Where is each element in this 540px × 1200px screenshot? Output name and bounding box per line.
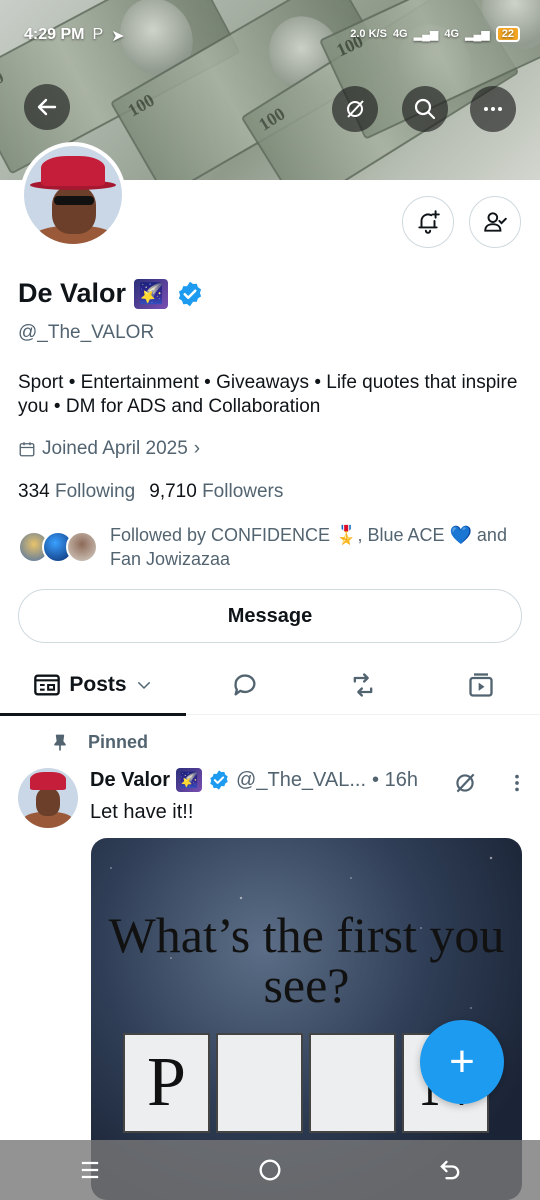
followers-count: 9,710 <box>149 481 197 502</box>
tab-replies[interactable] <box>210 655 280 715</box>
letter-tile <box>309 1033 396 1133</box>
pinned-label: Pinned <box>88 732 149 752</box>
active-tab-indicator <box>0 713 186 716</box>
battery-icon: 22 <box>495 26 520 42</box>
notify-button[interactable] <box>402 196 454 248</box>
post-text: Let have it!! <box>90 801 194 823</box>
back-icon[interactable] <box>436 1156 464 1184</box>
recents-icon[interactable] <box>76 1156 104 1184</box>
profile-name: De Valor <box>18 278 127 308</box>
tab-posts[interactable]: Posts <box>0 655 186 716</box>
search-button[interactable] <box>402 86 448 132</box>
signal-icon: ▂▄▆ <box>413 28 439 41</box>
chevron-right-icon: › <box>193 438 201 459</box>
avatar <box>66 531 98 563</box>
post-time: • 16h <box>372 768 418 791</box>
post-header: De Valor 🌠 @_The_VAL... • 16h <box>90 768 418 792</box>
grok-icon[interactable] <box>452 770 478 796</box>
joined-date[interactable]: Joined April 2025 › <box>18 438 200 460</box>
letter-tile: P <box>123 1033 210 1133</box>
send-icon: ➤ <box>111 28 125 45</box>
shooting-star-emoji: 🌠 <box>176 768 203 792</box>
profile-name-row: De Valor 🌠 <box>18 278 204 309</box>
following-count: 334 <box>18 481 50 502</box>
network-indicator: 4G <box>392 28 408 40</box>
verified-badge-icon <box>210 770 228 790</box>
followed-by[interactable]: Followed by CONFIDENCE 🎖️, Blue ACE 💙 an… <box>18 523 510 571</box>
message-button[interactable]: Message <box>18 589 522 643</box>
profile-handle: @_The_VALOR <box>18 322 155 343</box>
compose-button[interactable]: + <box>420 1020 504 1104</box>
shooting-star-emoji: 🌠 <box>134 278 169 309</box>
user-check-icon <box>484 212 507 232</box>
profile-avatar[interactable] <box>20 142 126 248</box>
grok-button[interactable] <box>332 86 378 132</box>
arrow-left-icon <box>37 98 57 116</box>
profile-tabs: Posts <box>0 655 540 716</box>
followers-label: Followers <box>202 481 284 502</box>
followed-by-text: Followed by CONFIDENCE 🎖️, Blue ACE 💙 an… <box>110 525 507 569</box>
home-icon[interactable] <box>256 1156 284 1184</box>
signal-icon: ▂▄▆ <box>465 28 490 41</box>
grok-icon <box>347 100 364 118</box>
post-actions <box>452 770 528 796</box>
status-indicator: P <box>92 26 104 43</box>
image-title: What’s the first you see? <box>108 907 505 1013</box>
mutual-avatars <box>18 531 98 563</box>
profile-bio: Sport • Entertainment • Giveaways • Life… <box>18 372 518 417</box>
followers-link[interactable]: 9,710 Followers <box>149 481 283 503</box>
post-author-name[interactable]: De Valor <box>90 769 170 792</box>
media-icon <box>469 673 493 697</box>
post-author-avatar[interactable] <box>18 768 78 828</box>
following-label: Following <box>54 481 136 502</box>
letter-tile <box>216 1033 303 1133</box>
more-horizontal-icon <box>484 107 502 111</box>
tab-media[interactable] <box>446 655 516 715</box>
more-vertical-icon[interactable] <box>506 770 528 796</box>
reply-icon <box>234 674 256 696</box>
net-speed: 2.0 K/S <box>350 28 387 40</box>
following-button[interactable] <box>469 196 521 248</box>
post-author-handle: @_The_VAL... <box>236 768 367 791</box>
more-button[interactable] <box>470 86 516 132</box>
chevron-down-icon <box>137 682 150 690</box>
pinned-indicator: Pinned <box>50 732 148 753</box>
following-link[interactable]: 334 Following <box>18 481 135 503</box>
search-icon <box>414 98 436 120</box>
bell-plus-icon <box>418 210 440 234</box>
tab-reposts[interactable] <box>328 655 398 715</box>
follow-stats: 334 Following 9,710 Followers <box>18 481 283 503</box>
network-indicator: 4G <box>444 28 460 40</box>
repost-icon <box>353 673 373 697</box>
verified-badge-icon[interactable] <box>176 280 204 308</box>
status-time: 4:29 PM <box>24 26 85 43</box>
back-button[interactable] <box>24 84 70 130</box>
status-bar: 4:29 PM P ➤ 2.0 K/S 4G ▂▄▆ 4G ▂▄▆ 22 <box>0 0 540 70</box>
system-nav-bar <box>0 1140 540 1200</box>
tab-posts-label: Posts <box>69 673 127 696</box>
pin-icon <box>54 734 66 750</box>
calendar-icon <box>19 442 35 457</box>
posts-icon <box>34 674 61 696</box>
joined-label: Joined April 2025 <box>42 438 188 459</box>
